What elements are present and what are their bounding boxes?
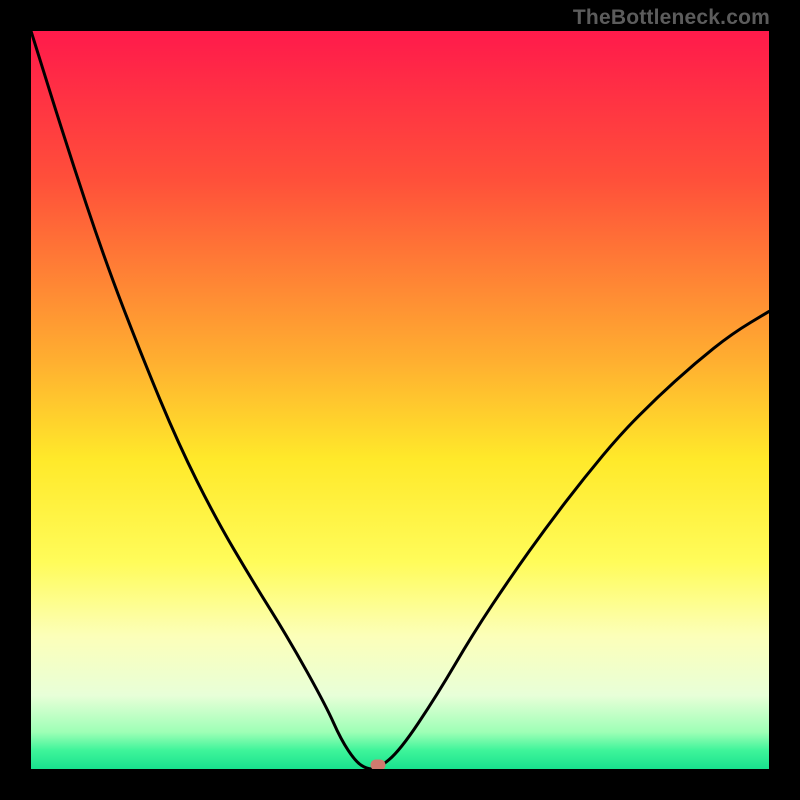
minimum-marker	[370, 760, 385, 769]
plot-area	[31, 31, 769, 769]
bottleneck-curve	[31, 31, 769, 769]
watermark-text: TheBottleneck.com	[573, 6, 770, 30]
chart-frame: TheBottleneck.com	[0, 0, 800, 800]
curve-path	[31, 31, 769, 769]
